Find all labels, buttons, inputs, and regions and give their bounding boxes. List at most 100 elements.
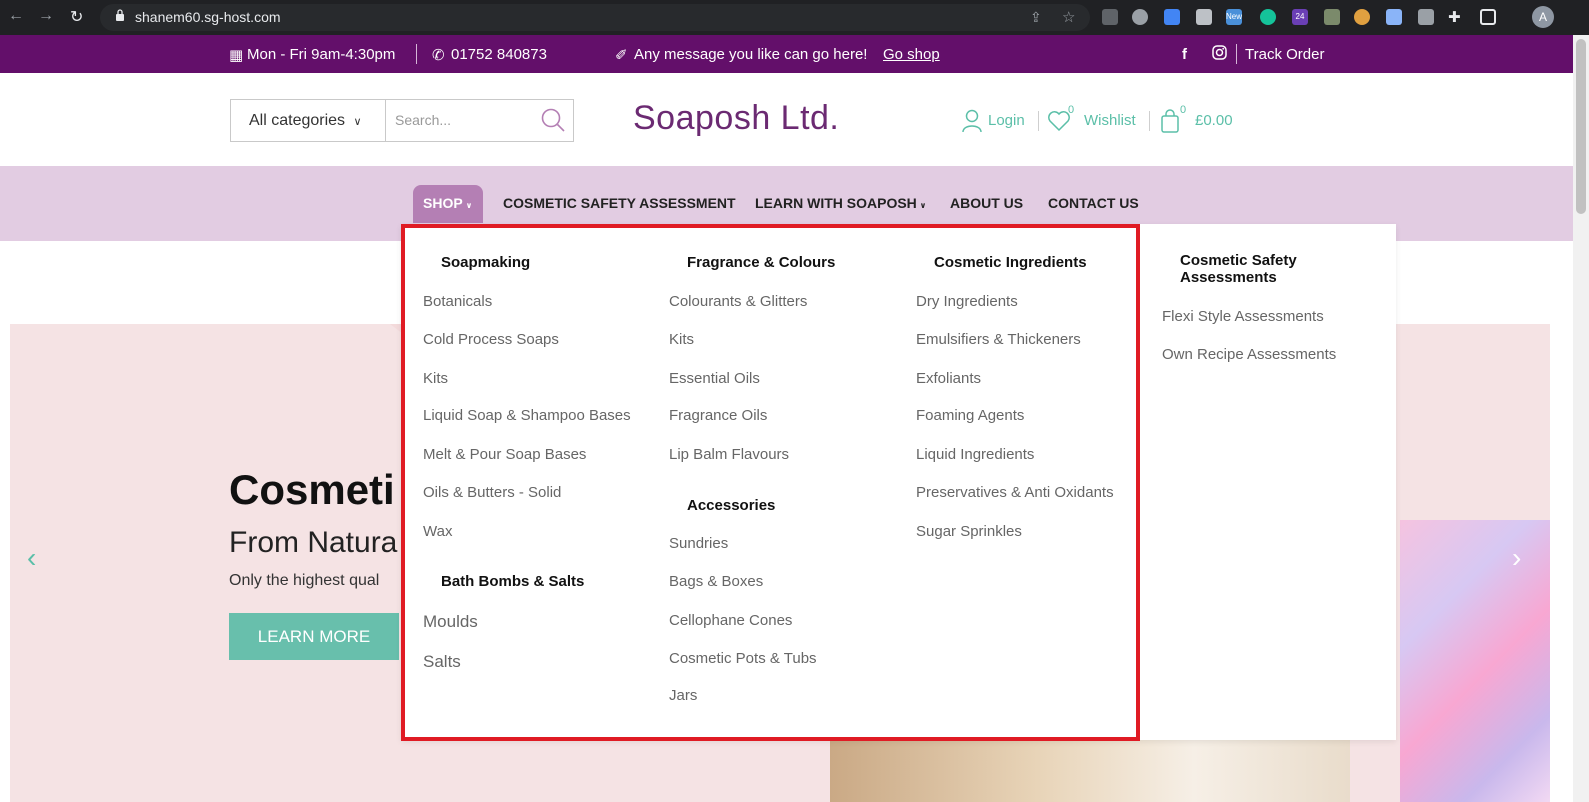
- menu-item[interactable]: Flexi Style Assessments: [1162, 308, 1324, 325]
- profile-avatar[interactable]: A: [1532, 6, 1554, 28]
- nav-cosmetic-safety-assessment[interactable]: COSMETIC SAFETY ASSESSMENT: [503, 195, 736, 211]
- slider-prev-icon[interactable]: ‹: [27, 542, 36, 574]
- chevron-down-icon: ∨: [353, 116, 362, 128]
- learn-more-button[interactable]: LEARN MORE: [229, 613, 399, 660]
- extension-24-icon[interactable]: 24: [1292, 9, 1308, 25]
- menu-item[interactable]: Melt & Pour Soap Bases: [423, 446, 586, 463]
- nav-contact-us[interactable]: CONTACT US: [1048, 195, 1139, 211]
- menu-heading-cosmetic-ingredients[interactable]: Cosmetic Ingredients: [934, 254, 1087, 271]
- share-icon[interactable]: ⇪: [1030, 9, 1042, 26]
- menu-item[interactable]: Kits: [423, 370, 448, 387]
- menu-heading-accessories[interactable]: Accessories: [687, 497, 775, 514]
- shop-mega-menu: Soapmaking Botanicals Cold Process Soaps…: [401, 224, 1396, 740]
- extension-screen-icon[interactable]: [1386, 9, 1402, 25]
- scrollbar-thumb[interactable]: [1576, 39, 1586, 214]
- hero-subtitle: From Natura: [229, 526, 398, 559]
- top-info-bar: ▦ Mon - Fri 9am-4:30pm ✆ 01752 840873 ✐ …: [0, 35, 1573, 73]
- extension-camera-icon[interactable]: [1196, 9, 1212, 25]
- menu-item[interactable]: Bags & Boxes: [669, 573, 763, 590]
- menu-item[interactable]: Lip Balm Flavours: [669, 446, 789, 463]
- extension-recycle-icon[interactable]: [1102, 9, 1118, 25]
- bookmark-star-icon[interactable]: ☆: [1062, 8, 1075, 26]
- menu-item[interactable]: Cellophane Cones: [669, 612, 792, 629]
- extensions-puzzle-icon[interactable]: ✚: [1448, 8, 1461, 26]
- nav-learn-with-soaposh[interactable]: LEARN WITH SOAPOSH ∨: [755, 195, 926, 211]
- side-panel-icon[interactable]: [1480, 9, 1496, 25]
- nav-shop[interactable]: SHOP ∨: [423, 195, 472, 211]
- menu-item[interactable]: Fragrance Oils: [669, 407, 767, 424]
- extension-color-icon[interactable]: [1354, 9, 1370, 25]
- divider: [416, 44, 417, 64]
- divider: [1038, 111, 1039, 131]
- menu-item[interactable]: Jars: [669, 687, 697, 704]
- shopping-bag-icon[interactable]: [1160, 109, 1180, 133]
- divider: [1236, 44, 1237, 64]
- hero-title: Cosmeti: [229, 466, 395, 513]
- menu-item[interactable]: Colourants & Glitters: [669, 293, 807, 310]
- reload-icon[interactable]: ↻: [70, 7, 83, 27]
- calendar-icon: ▦: [229, 47, 244, 64]
- opening-hours: Mon - Fri 9am-4:30pm: [247, 46, 396, 63]
- menu-heading-safety-assessments[interactable]: Cosmetic Safety Assessments: [1180, 252, 1297, 286]
- menu-item[interactable]: Foaming Agents: [916, 407, 1024, 424]
- menu-item[interactable]: Cosmetic Pots & Tubs: [669, 650, 817, 667]
- browser-toolbar: ← → ↻ shanem60.sg-host.com ⇪ ☆ New 24 ✚ …: [0, 0, 1589, 35]
- menu-item[interactable]: Kits: [669, 331, 694, 348]
- menu-item[interactable]: Dry Ingredients: [916, 293, 1018, 310]
- instagram-icon[interactable]: [1212, 45, 1227, 64]
- nav-about-us[interactable]: ABOUT US: [950, 195, 1023, 211]
- url-text: shanem60.sg-host.com: [135, 9, 281, 25]
- promo-message: Any message you like can go here!: [634, 46, 868, 63]
- extension-grammarly-icon[interactable]: [1260, 9, 1276, 25]
- menu-heading-fragrance[interactable]: Fragrance & Colours: [687, 254, 835, 271]
- menu-item[interactable]: Sundries: [669, 535, 728, 552]
- extension-translate-icon[interactable]: [1164, 9, 1180, 25]
- menu-item[interactable]: Emulsifiers & Thickeners: [916, 331, 1081, 348]
- hero-product-image: [830, 740, 1350, 802]
- menu-item[interactable]: Own Recipe Assessments: [1162, 346, 1336, 363]
- menu-item[interactable]: Salts: [423, 652, 461, 672]
- go-shop-link[interactable]: Go shop: [883, 46, 940, 63]
- menu-item[interactable]: Oils & Butters - Solid: [423, 484, 561, 501]
- menu-item[interactable]: Liquid Soap & Shampoo Bases: [423, 407, 631, 424]
- extension-new-icon[interactable]: New: [1226, 9, 1242, 25]
- forward-icon[interactable]: →: [38, 7, 54, 25]
- menu-item[interactable]: Liquid Ingredients: [916, 446, 1034, 463]
- cart-count: 0: [1180, 104, 1187, 116]
- phone-icon: ✆: [432, 47, 445, 64]
- search-icon[interactable]: [540, 107, 566, 133]
- login-link[interactable]: Login: [988, 112, 1025, 129]
- menu-item[interactable]: Wax: [423, 523, 452, 540]
- extension-x-icon[interactable]: [1324, 9, 1340, 25]
- hero-marble-image: [1400, 520, 1550, 802]
- menu-heading-bath-bombs[interactable]: Bath Bombs & Salts: [441, 573, 584, 590]
- wishlist-link[interactable]: Wishlist: [1084, 112, 1136, 129]
- page-scrollbar[interactable]: [1573, 35, 1589, 802]
- menu-item[interactable]: Cold Process Soaps: [423, 331, 559, 348]
- site-logo[interactable]: Soaposh Ltd.: [633, 99, 839, 138]
- user-icon[interactable]: [962, 109, 982, 133]
- menu-item[interactable]: Moulds: [423, 612, 478, 632]
- extension-globe-icon[interactable]: [1132, 9, 1148, 25]
- cart-total[interactable]: £0.00: [1195, 112, 1233, 129]
- facebook-icon[interactable]: f: [1182, 46, 1187, 63]
- menu-item[interactable]: Sugar Sprinkles: [916, 523, 1022, 540]
- category-select[interactable]: All categories ∨: [230, 99, 385, 142]
- chevron-down-icon: ∨: [919, 201, 927, 210]
- category-select-value: All categories: [249, 112, 346, 129]
- divider: [1149, 111, 1150, 131]
- track-order-link[interactable]: Track Order: [1245, 46, 1324, 63]
- slider-next-icon[interactable]: ›: [1512, 542, 1521, 574]
- menu-item[interactable]: Botanicals: [423, 293, 492, 310]
- extension-pen-icon[interactable]: [1418, 9, 1434, 25]
- wishlist-count: 0: [1068, 104, 1075, 116]
- phone-number[interactable]: 01752 840873: [451, 46, 547, 63]
- back-icon[interactable]: ←: [8, 7, 24, 25]
- menu-item[interactable]: Exfoliants: [916, 370, 981, 387]
- lock-icon: [116, 9, 124, 21]
- menu-item[interactable]: Preservatives & Anti Oxidants: [916, 484, 1114, 501]
- menu-heading-soapmaking[interactable]: Soapmaking: [441, 254, 530, 271]
- menu-item[interactable]: Essential Oils: [669, 370, 760, 387]
- hero-text: Only the highest qual: [229, 572, 380, 589]
- chevron-down-icon: ∨: [465, 201, 473, 210]
